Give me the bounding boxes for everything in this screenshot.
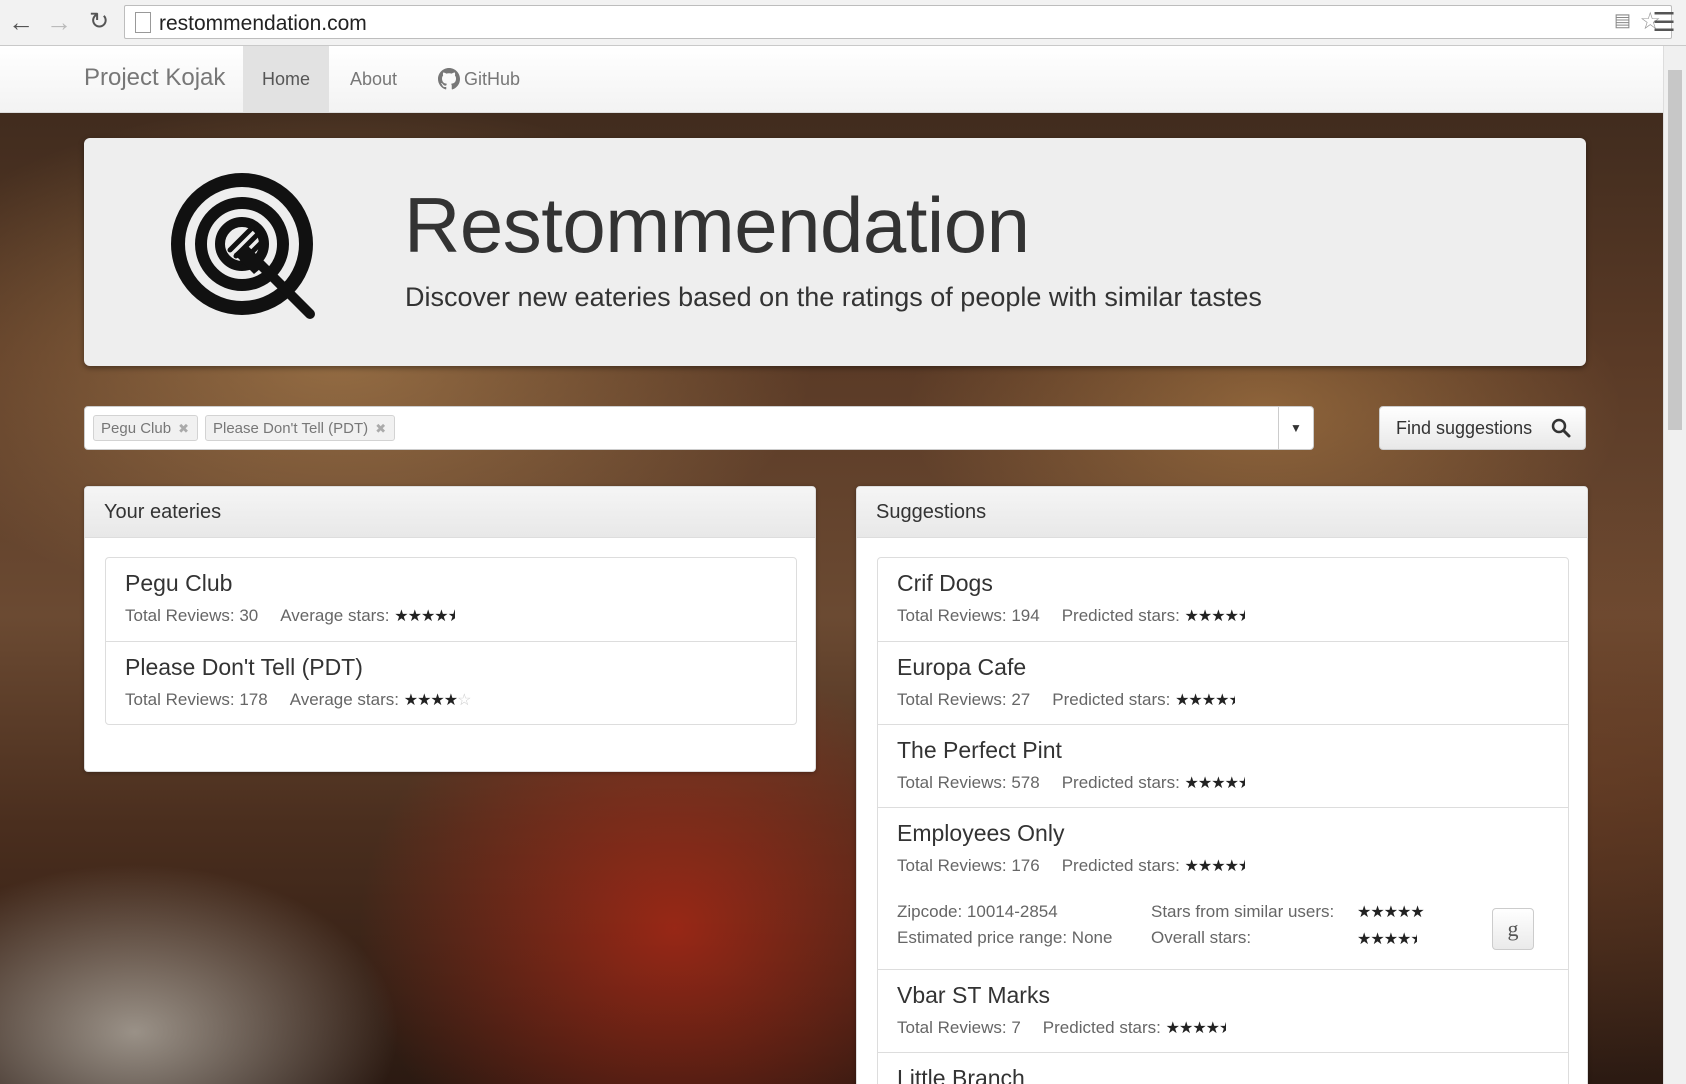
forward-arrow-icon[interactable]: → — [44, 6, 74, 38]
overall-stars-label: Overall stars: — [1151, 928, 1252, 947]
find-suggestions-button[interactable]: Find suggestions — [1379, 406, 1586, 450]
nav-about-link[interactable]: About — [331, 46, 416, 112]
eatery-name: Please Don't Tell (PDT) — [125, 654, 363, 680]
tag-label: Please Don't Tell (PDT) — [213, 420, 369, 437]
price-range: Estimated price range: None — [897, 928, 1113, 947]
github-icon — [438, 68, 460, 90]
eatery-multiselect[interactable]: Pegu Club ✖ Please Don't Tell (PDT) ✖ ▼ — [84, 406, 1314, 450]
eatery-name: Crif Dogs — [897, 570, 993, 596]
remove-tag-icon[interactable]: ✖ — [178, 416, 189, 442]
panel-heading: Suggestions — [857, 487, 1587, 538]
list-item[interactable]: Crif Dogs Total Reviews: 194 Predicted st… — [878, 558, 1568, 641]
stat-label: Average stars: — [280, 606, 390, 625]
list-item[interactable]: The Perfect Pint Total Reviews: 578 Predi… — [878, 724, 1568, 807]
selected-tag[interactable]: Pegu Club ✖ — [93, 415, 199, 442]
caret-down-icon[interactable]: ▼ — [1278, 407, 1313, 449]
total-reviews: Total Reviews: 30 — [125, 606, 259, 625]
browser-toolbar: ← → ↻ restommendation.com ▤ ☆ ☰ — [0, 0, 1686, 46]
list-item[interactable]: Europa Cafe Total Reviews: 27 Predicted s… — [878, 641, 1568, 724]
star-rating: ★★★★★ — [1357, 904, 1425, 921]
translate-icon[interactable]: ▤ — [1614, 10, 1631, 31]
brand-link[interactable]: Project Kojak — [84, 64, 225, 92]
eatery-details-right: Stars from similar users: Overall stars: — [1151, 899, 1334, 951]
eatery-name: Vbar ST Marks — [897, 982, 1050, 1008]
eatery-name: The Perfect Pint — [897, 737, 1062, 763]
browser-menu-icon[interactable]: ☰ — [1650, 6, 1678, 38]
github-label: GitHub — [464, 69, 521, 89]
selected-tag[interactable]: Please Don't Tell (PDT) ✖ — [205, 415, 396, 442]
stat-label: Predicted stars: — [1061, 773, 1180, 792]
star-rating: ★★★★☆ — [403, 692, 472, 709]
stat-label: Predicted stars: — [1042, 1018, 1161, 1037]
eatery-name: Employees Only — [897, 820, 1065, 846]
total-reviews: Total Reviews: 194 — [897, 606, 1040, 625]
panel-heading: Your eateries — [85, 487, 815, 538]
list-item-expanded[interactable]: Employees Only Total Reviews: 176 Predict… — [878, 807, 1568, 969]
eatery-name: Europa Cafe — [897, 654, 1027, 680]
address-bar[interactable]: restommendation.com ▤ ☆ — [124, 5, 1672, 39]
star-rating: ★★★★★ — [1357, 931, 1417, 948]
star-rating: ★★★★★ — [1184, 608, 1245, 625]
list-item[interactable]: Vbar ST Marks Total Reviews: 7 Predicted … — [878, 969, 1568, 1052]
your-eateries-list: Pegu Club Total Reviews: 30 Average stars… — [105, 557, 797, 725]
hero-jumbotron: Restommendation Discover new eateries ba… — [84, 138, 1586, 366]
page-title: Restommendation — [404, 181, 1030, 269]
nav-github-link[interactable]: GitHub — [420, 46, 539, 112]
eatery-details-left: Zipcode: 10014-2854 Estimated price rang… — [897, 899, 1112, 951]
eatery-details-stars: ★★★★★ ★★★★★ — [1357, 899, 1425, 953]
total-reviews: Total Reviews: 178 — [125, 690, 268, 709]
tag-label: Pegu Club — [101, 420, 172, 437]
total-reviews: Total Reviews: 176 — [897, 856, 1040, 875]
back-arrow-icon[interactable]: ← — [6, 6, 36, 38]
total-reviews: Total Reviews: 578 — [897, 773, 1040, 792]
remove-tag-icon[interactable]: ✖ — [375, 416, 386, 442]
stat-label: Average stars: — [289, 690, 399, 709]
your-eateries-panel: Your eateries Pegu Club Total Reviews: 3… — [84, 486, 816, 772]
page-icon — [135, 12, 151, 33]
suggestions-list: Crif Dogs Total Reviews: 194 Predicted st… — [877, 557, 1569, 1084]
stat-label: Predicted stars: — [1061, 856, 1180, 875]
star-rating: ★★★★★ — [1184, 775, 1245, 792]
list-item[interactable]: Please Don't Tell (PDT) Total Reviews: 1… — [106, 641, 796, 724]
list-item[interactable]: Little Branch — [878, 1052, 1568, 1084]
page-scrollbar[interactable] — [1663, 46, 1686, 1084]
url-text: restommendation.com — [159, 12, 367, 35]
stat-label: Predicted stars: — [1061, 606, 1180, 625]
star-rating: ★★★★★ — [1184, 858, 1245, 875]
similar-stars-label: Stars from similar users: — [1151, 902, 1335, 921]
search-icon — [1551, 418, 1571, 438]
total-reviews: Total Reviews: 7 — [897, 1018, 1021, 1037]
find-suggestions-label: Find suggestions — [1396, 418, 1533, 438]
star-rating: ★★★★★ — [394, 608, 454, 625]
page-viewport: Project Kojak Home About GitHub Restomme… — [0, 46, 1686, 1084]
eatery-name: Pegu Club — [125, 570, 233, 596]
zipcode: Zipcode: 10014-2854 — [897, 902, 1058, 921]
google-search-button[interactable]: g — [1492, 908, 1534, 950]
eatery-name: Little Branch — [897, 1065, 1025, 1084]
star-rating: ★★★★★ — [1165, 1020, 1226, 1037]
page-subtitle: Discover new eateries based on the ratin… — [405, 282, 1262, 312]
stat-label: Predicted stars: — [1052, 690, 1171, 709]
total-reviews: Total Reviews: 27 — [897, 690, 1031, 709]
suggestions-panel: Suggestions Crif Dogs Total Reviews: 194… — [856, 486, 1588, 1084]
list-item[interactable]: Pegu Club Total Reviews: 30 Average stars… — [106, 558, 796, 641]
site-navbar: Project Kojak Home About GitHub — [0, 46, 1664, 113]
target-fork-logo-icon — [171, 173, 315, 319]
nav-home-link[interactable]: Home — [243, 46, 330, 112]
scrollbar-thumb[interactable] — [1668, 70, 1682, 430]
star-rating: ★★★★★ — [1175, 692, 1235, 709]
reload-icon[interactable]: ↻ — [84, 6, 114, 38]
